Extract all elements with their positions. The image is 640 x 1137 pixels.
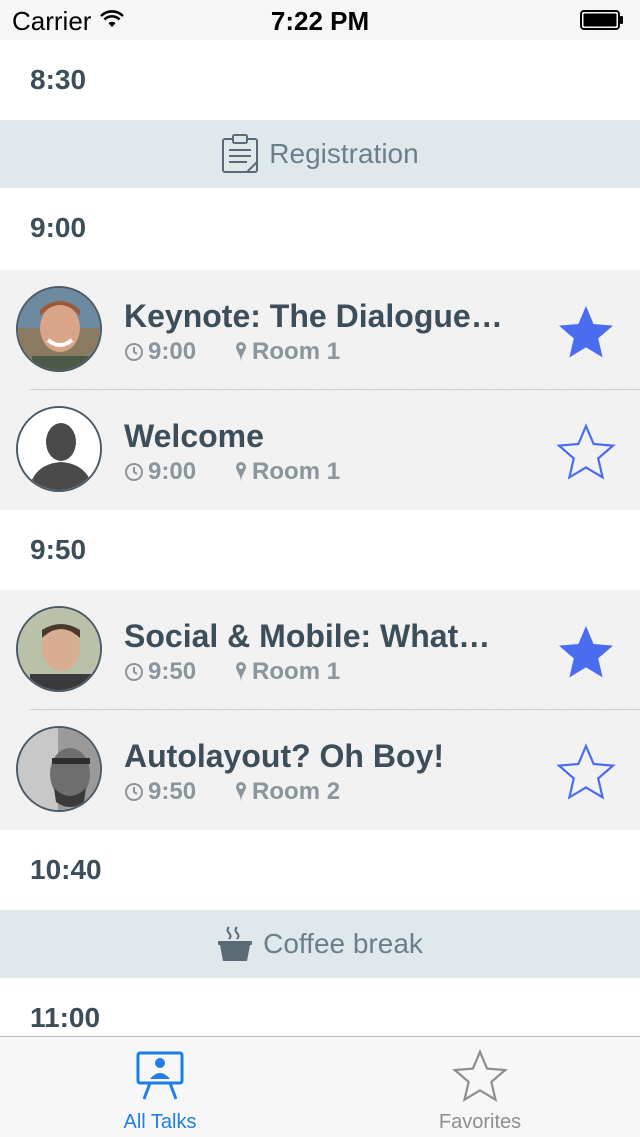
location-pin-icon bbox=[236, 662, 247, 682]
banner-label: Registration bbox=[269, 138, 419, 169]
location-pin-icon bbox=[236, 342, 247, 362]
favorite-star-outline-icon[interactable] bbox=[556, 742, 616, 802]
time-slot-label: 8:30 bbox=[30, 64, 87, 95]
clock-icon bbox=[125, 663, 143, 681]
location-pin-icon bbox=[236, 462, 247, 482]
status-bar: Carrier 7:22 PM bbox=[0, 0, 640, 40]
time-slot-header: 10:40 bbox=[0, 830, 640, 910]
favorite-star-filled-icon[interactable] bbox=[556, 622, 616, 682]
talk-meta: 9:50 Room 1 bbox=[124, 658, 340, 686]
tab-bar: All Talks Favorites bbox=[0, 1036, 640, 1137]
clock-icon bbox=[125, 343, 143, 361]
talk-meta: 9:00 Room 1 bbox=[124, 458, 340, 486]
talk-title: Keynote: The Dialogue… bbox=[124, 298, 503, 334]
talk-room: Room 2 bbox=[252, 778, 341, 805]
talk-time: 9:50 bbox=[148, 658, 197, 685]
banner-label: Coffee break bbox=[263, 928, 423, 959]
talk-time: 9:00 bbox=[148, 338, 197, 365]
talk-room: Room 1 bbox=[252, 458, 341, 485]
talk-room: Room 1 bbox=[252, 338, 341, 365]
clock-icon bbox=[125, 463, 143, 481]
talk-meta: 9:50 Room 2 bbox=[124, 778, 340, 806]
favorite-star-filled-icon[interactable] bbox=[556, 302, 616, 362]
location-pin-icon bbox=[236, 782, 247, 802]
talk-room: Room 1 bbox=[252, 658, 341, 685]
speaker-avatar-placeholder bbox=[16, 406, 102, 492]
clock-icon bbox=[125, 783, 143, 801]
talk-meta: 9:00 Room 1 bbox=[124, 338, 340, 366]
tab-label: Favorites bbox=[438, 1111, 522, 1133]
coffee-break-banner: Coffee break bbox=[0, 910, 640, 978]
registration-banner: Registration bbox=[0, 120, 640, 188]
talk-title: Autolayout? Oh Boy! bbox=[124, 738, 444, 774]
tab-favorites[interactable]: Favorites bbox=[320, 1037, 640, 1137]
time-slot-label: 10:40 bbox=[30, 854, 102, 885]
tab-all-talks[interactable]: All Talks bbox=[0, 1037, 320, 1137]
time-slot-label: 9:00 bbox=[30, 212, 87, 243]
speaker-avatar bbox=[16, 726, 102, 812]
time-slot-label: 11:00 bbox=[30, 1002, 101, 1033]
talk-row[interactable]: Welcome 9:00 Room 1 bbox=[0, 390, 640, 510]
clock-time: 7:22 PM bbox=[270, 6, 370, 36]
coffee-cup-icon bbox=[218, 926, 253, 961]
time-slot-header: 8:30 bbox=[0, 40, 640, 120]
talk-time: 9:50 bbox=[148, 778, 197, 805]
time-slot-label: 9:50 bbox=[30, 534, 87, 565]
clipboard-icon bbox=[222, 134, 259, 173]
time-slot-header: 9:50 bbox=[0, 510, 640, 590]
talk-row[interactable]: Social & Mobile: What… 9:50 Room 1 bbox=[0, 590, 640, 710]
speaker-avatar bbox=[16, 606, 102, 692]
tab-label: All Talks bbox=[123, 1111, 197, 1133]
talk-title: Social & Mobile: What… bbox=[124, 618, 491, 654]
speaker-avatar bbox=[16, 286, 102, 372]
time-slot-header: 9:00 bbox=[0, 188, 640, 268]
star-outline-icon bbox=[452, 1049, 508, 1102]
favorite-star-outline-icon[interactable] bbox=[556, 422, 616, 482]
talk-row[interactable]: Keynote: The Dialogue… 9:00 Room 1 bbox=[0, 270, 640, 390]
battery-icon bbox=[580, 10, 623, 30]
talk-row[interactable]: Autolayout? Oh Boy! 9:50 Room 2 bbox=[0, 710, 640, 830]
presentation-board-icon bbox=[136, 1051, 184, 1100]
talk-time: 9:00 bbox=[148, 458, 197, 485]
talk-title: Welcome bbox=[124, 418, 264, 454]
